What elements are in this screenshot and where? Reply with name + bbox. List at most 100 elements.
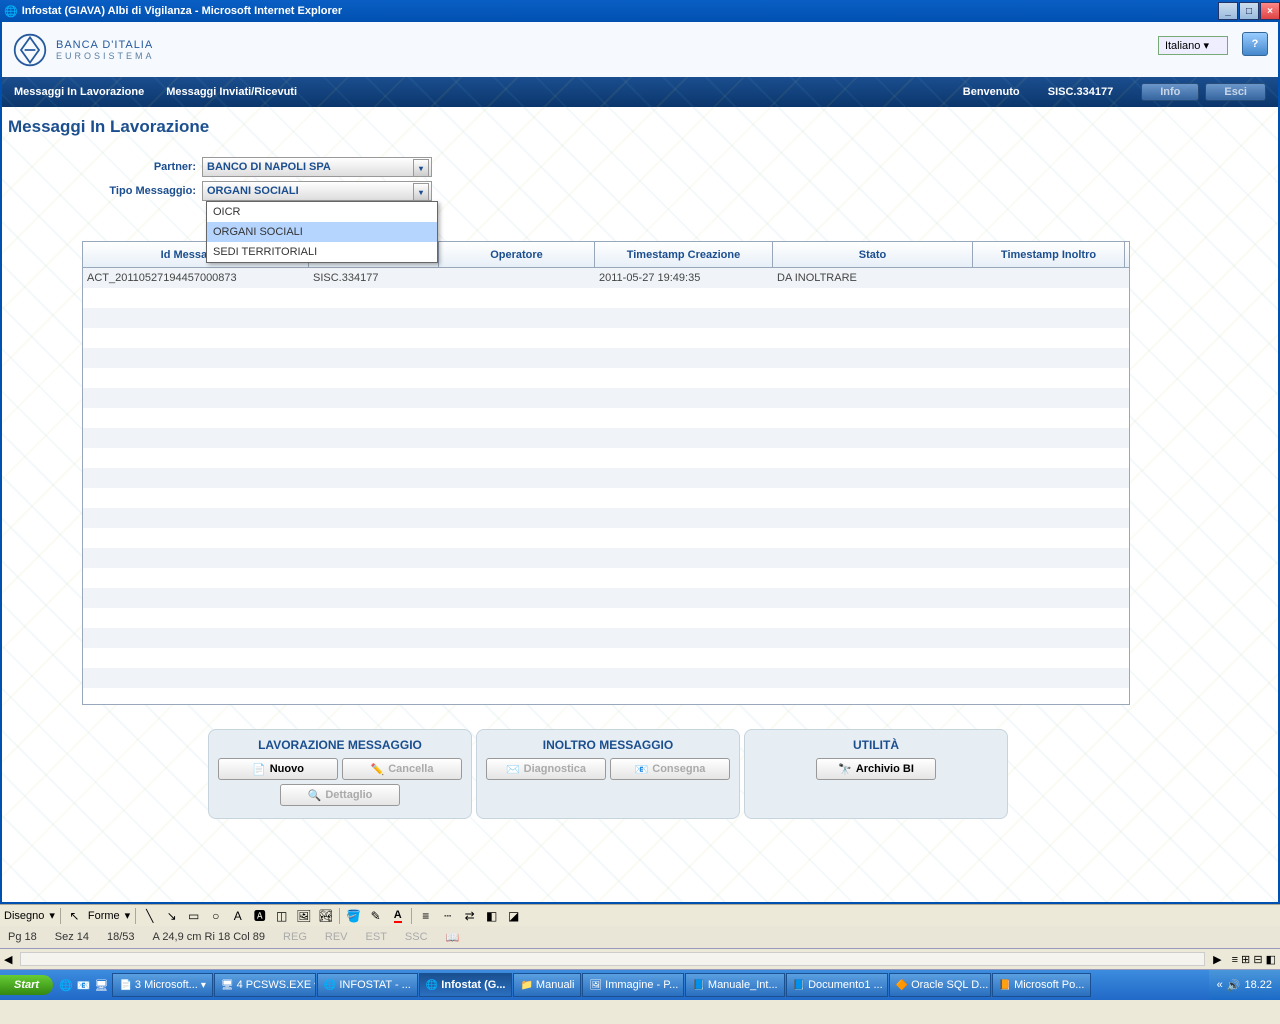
status-reg: REG (283, 931, 307, 943)
panel-title: UTILITÀ (753, 738, 999, 752)
col-stato[interactable]: Stato (773, 242, 973, 267)
start-button[interactable]: Start (0, 975, 53, 995)
status-sez: Sez 14 (55, 931, 89, 943)
status-est: EST (366, 931, 387, 943)
forme-menu[interactable]: Forme (88, 910, 120, 922)
task-doc1[interactable]: 📘Documento1 ... (786, 973, 888, 997)
word-status-bar: Pg 18 Sez 14 18/53 A 24,9 cm Ri 18 Col 8… (0, 926, 1280, 948)
shadow-icon[interactable]: ◧ (483, 907, 500, 924)
line-color-icon[interactable]: ✎ (367, 907, 384, 924)
navbar: Messaggi In Lavorazione Messaggi Inviati… (2, 77, 1278, 107)
partner-select[interactable]: BANCO DI NAPOLI SPA (202, 157, 432, 177)
cell-ts: 2011-05-27 19:49:35 (595, 272, 773, 284)
tray-clock: 18.22 (1244, 979, 1272, 991)
welcome-label: Benvenuto (963, 86, 1020, 98)
quick-ol-icon[interactable]: 📧 (75, 979, 93, 992)
bank-subtitle: EUROSISTEMA (56, 51, 155, 61)
cell-id: ACT_20110527194457000873 (83, 272, 309, 284)
maximize-button[interactable]: □ (1239, 2, 1259, 20)
cell-cat: SISC.334177 (309, 272, 439, 284)
diagnostica-button[interactable]: ✉️Diagnostica (486, 758, 606, 780)
panel-title: LAVORAZIONE MESSAGGIO (217, 738, 463, 752)
col-operatore[interactable]: Operatore (439, 242, 595, 267)
rect-icon[interactable]: ▭ (185, 907, 202, 924)
word-drawing-toolbar: Disegno▾ ↖ Forme▾ ╲ ↘ ▭ ○ A 🅰 ◫ 🖼 🏞 🪣 ✎ … (0, 904, 1280, 926)
tray-chevron[interactable]: « (1217, 979, 1223, 991)
browser-content: BANCA D'ITALIA EUROSISTEMA Italiano ▾ ? … (0, 22, 1280, 904)
page-title: Messaggi In Lavorazione (2, 107, 1278, 147)
table-row[interactable]: ACT_20110527194457000873 SISC.334177 201… (83, 268, 1129, 288)
erase-icon: ✏️ (371, 763, 385, 776)
cancella-button[interactable]: ✏️Cancella (342, 758, 462, 780)
dropdown-option-sedi[interactable]: SEDI TERRITORIALI (207, 242, 437, 262)
clipart-icon[interactable]: 🖼 (295, 907, 312, 924)
picture-icon[interactable]: 🏞 (317, 907, 334, 924)
nav-messaggi-lavorazione[interactable]: Messaggi In Lavorazione (14, 86, 144, 98)
exit-button[interactable]: Esci (1205, 83, 1266, 101)
bank-logo-icon (12, 32, 48, 68)
task-manuali[interactable]: 📁Manuali (513, 973, 581, 997)
task-infostat1[interactable]: 🌐INFOSTAT - ... (317, 973, 418, 997)
nav-messaggi-inviati[interactable]: Messaggi Inviati/Ricevuti (166, 86, 297, 98)
fill-icon[interactable]: 🪣 (345, 907, 362, 924)
message-grid: Id Messaggio Categoria Operatore Timesta… (82, 241, 1130, 705)
panel-utilita: UTILITÀ 🔭Archivio BI (744, 729, 1008, 819)
panel-lavorazione: LAVORAZIONE MESSAGGIO 📄Nuovo ✏️Cancella … (208, 729, 472, 819)
oval-icon[interactable]: ○ (207, 907, 224, 924)
dropdown-option-organi[interactable]: ORGANI SOCIALI (207, 222, 437, 242)
cell-stato: DA INOLTRARE (773, 272, 973, 284)
disegno-menu[interactable]: Disegno (4, 910, 44, 922)
textbox-icon[interactable]: A (229, 907, 246, 924)
task-immagine[interactable]: 🖼Immagine - P... (582, 973, 684, 997)
consegna-button[interactable]: 📧Consegna (610, 758, 730, 780)
status-pg: Pg 18 (8, 931, 37, 943)
plus-icon: 📄 (252, 763, 266, 776)
language-select[interactable]: Italiano ▾ (1158, 36, 1228, 55)
task-manuale[interactable]: 📘Manuale_Int... (685, 973, 784, 997)
diagram-icon[interactable]: ◫ (273, 907, 290, 924)
arrow-icon[interactable]: ↘ (163, 907, 180, 924)
window-titlebar: 🌐 Infostat (GIAVA) Albi di Vigilanza - M… (0, 0, 1280, 22)
tipo-dropdown[interactable]: OICR ORGANI SOCIALI SEDI TERRITORIALI (206, 201, 438, 263)
arrow-style-icon[interactable]: ⇄ (461, 907, 478, 924)
tray-vol-icon[interactable]: 🔊 (1227, 979, 1241, 992)
task-infostat2[interactable]: 🌐Infostat (G... (419, 973, 513, 997)
col-timestamp-inoltro[interactable]: Timestamp Inoltro (973, 242, 1125, 267)
status-ssc: SSC (405, 931, 428, 943)
task-pcsws[interactable]: 🖥4 PCSWS.EXE ▾ (214, 973, 316, 997)
minimize-button[interactable]: _ (1218, 2, 1238, 20)
quick-ie-icon[interactable]: 🌐 (57, 979, 75, 992)
nuovo-button[interactable]: 📄Nuovo (218, 758, 338, 780)
send-icon: 📧 (635, 763, 649, 776)
font-color-icon[interactable]: A (389, 907, 406, 924)
system-tray[interactable]: « 🔊 18.22 (1209, 970, 1280, 1000)
window-title: Infostat (GIAVA) Albi di Vigilanza - Mic… (22, 5, 342, 17)
col-timestamp-creazione[interactable]: Timestamp Creazione (595, 242, 773, 267)
3d-icon[interactable]: ◪ (505, 907, 522, 924)
tipo-messaggio-select[interactable]: ORGANI SOCIALI (202, 181, 432, 201)
line-weight-icon[interactable]: ≡ (417, 907, 434, 924)
task-microsoft[interactable]: 📄3 Microsoft... ▾ (112, 973, 212, 997)
quick-desk-icon[interactable]: 🖥 (92, 979, 112, 992)
status-book-icon: 📖 (446, 931, 460, 944)
wordart-icon[interactable]: 🅰 (251, 907, 268, 924)
status-pos: A 24,9 cm Ri 18 Col 89 (153, 931, 266, 943)
dropdown-option-oicr[interactable]: OICR (207, 202, 437, 222)
task-oracle[interactable]: 🔶Oracle SQL D... (889, 973, 991, 997)
status-rev: REV (325, 931, 348, 943)
dash-icon[interactable]: ┄ (439, 907, 456, 924)
help-button[interactable]: ? (1242, 32, 1268, 56)
close-button[interactable]: × (1260, 2, 1280, 20)
app-header: BANCA D'ITALIA EUROSISTEMA Italiano ▾ ? (2, 22, 1278, 77)
ie-icon: 🌐 (4, 5, 18, 18)
status-pages: 18/53 (107, 931, 135, 943)
pointer-icon[interactable]: ↖ (66, 907, 83, 924)
archivio-button[interactable]: 🔭Archivio BI (816, 758, 936, 780)
search-icon: 🔍 (308, 789, 322, 802)
dettaglio-button[interactable]: 🔍Dettaglio (280, 784, 400, 806)
line-icon[interactable]: ╲ (141, 907, 158, 924)
task-ppt[interactable]: 📙Microsoft Po... (992, 973, 1092, 997)
word-horizontal-scrollbar[interactable]: ◀ ▶ ≡ ⊞ ⊟ ◧ (0, 948, 1280, 970)
mail-icon: ✉️ (506, 763, 520, 776)
info-button[interactable]: Info (1141, 83, 1199, 101)
